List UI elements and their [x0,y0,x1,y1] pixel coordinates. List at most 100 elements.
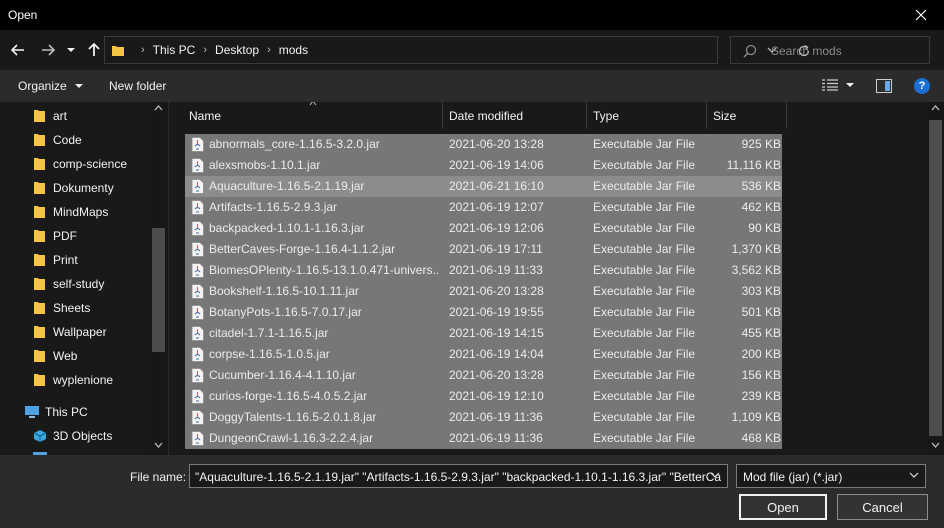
nav-folder-label: self-study [53,277,105,291]
file-name: Bookshelf-1.16.5-10.1.11.jar [209,284,359,298]
nav-folder-label: Web [53,349,78,363]
nav-folder-pdf[interactable]: PDF [0,224,150,248]
scroll-up-icon[interactable] [154,105,163,111]
file-type: Executable Jar File [593,347,696,361]
file-row[interactable]: corpse-1.16.5-1.0.5.jar 2021-06-19 14:04 E… [185,344,782,365]
folder-icon [34,278,45,290]
nav-folder-art[interactable]: art [0,104,150,128]
scroll-down-icon[interactable] [931,442,940,448]
file-row[interactable]: backpacked-1.10.1-1.16.3.jar 2021-06-19 1… [185,218,782,239]
chevron-right-icon: › [267,44,271,56]
file-type: Executable Jar File [593,137,696,151]
cube-icon [33,430,47,442]
organize-label: Organize [18,79,67,93]
open-button[interactable]: Open [739,494,827,520]
file-date: 2021-06-19 11:36 [449,410,543,424]
breadcrumb-desktop[interactable]: Desktop [215,43,259,57]
jar-file-icon [191,410,204,425]
nav-folder-mindmaps[interactable]: MindMaps [0,200,150,224]
help-icon[interactable]: ? [914,78,930,94]
chevron-down-icon [67,48,75,52]
close-button[interactable] [898,0,944,30]
folder-icon [34,182,45,194]
nav-folder-code[interactable]: Code [0,128,150,152]
nav-folder-self-study[interactable]: self-study [0,272,150,296]
file-name: BiomesOPlenty-1.16.5-13.1.0.471-univers.… [209,263,439,277]
nav-folder-label: Wallpaper [53,325,107,339]
column-header-row: Name Date modified Type Size [169,102,927,129]
file-size: 11,116 KB [726,158,781,172]
file-name-label: File name: [130,470,187,484]
nav-3d-objects-label: 3D Objects [53,429,113,443]
nav-this-pc[interactable]: This PC [0,400,150,424]
file-row[interactable]: BiomesOPlenty-1.16.5-13.1.0.471-univers.… [185,260,782,281]
jar-file-icon [191,263,204,278]
file-list-scrollbar[interactable] [927,102,944,455]
file-row[interactable]: Aquaculture-1.16.5-2.1.19.jar 2021-06-21 … [185,176,782,197]
file-name: BotanyPots-1.16.5-7.0.17.jar [209,305,362,319]
column-header-type[interactable]: Type [587,102,707,129]
folder-icon [34,254,45,266]
nav-folder-label: PDF [53,229,77,243]
folder-icon [34,134,45,146]
breadcrumb-mods[interactable]: mods [279,43,308,57]
forward-button[interactable] [38,40,58,60]
jar-file-icon [191,326,204,341]
file-row[interactable]: DoggyTalents-1.16.5-2.0.1.8.jar 2021-06-1… [185,407,782,428]
nav-folder-print[interactable]: Print [0,248,150,272]
file-name: citadel-1.7.1-1.16.5.jar [209,326,329,340]
file-row[interactable]: BetterCaves-Forge-1.16.4-1.1.2.jar 2021-0… [185,239,782,260]
file-list-scroll-thumb[interactable] [929,120,942,436]
file-row[interactable]: alexsmobs-1.10.1.jar 2021-06-19 14:06 Exec… [185,155,782,176]
change-view-button[interactable] [822,79,854,91]
file-row[interactable]: DungeonCrawl-1.16.3-2.2.4.jar 2021-06-19 … [185,428,782,449]
nav-folder-wyplenione[interactable]: wyplenione [0,368,150,392]
column-header-name[interactable]: Name [183,102,443,129]
jar-file-icon [191,368,204,383]
nav-folder-wallpaper[interactable]: Wallpaper [0,320,150,344]
nav-folder-dokumenty[interactable]: Dokumenty [0,176,150,200]
nav-folder-web[interactable]: Web [0,344,150,368]
close-icon [915,9,927,21]
file-name: DungeonCrawl-1.16.3-2.2.4.jar [209,431,374,445]
new-folder-button[interactable]: New folder [109,79,166,93]
chevron-right-icon: › [203,44,208,56]
file-row[interactable]: BotanyPots-1.16.5-7.0.17.jar 2021-06-19 1… [185,302,782,323]
address-bar[interactable]: › This PC › Desktop › mods [104,36,810,64]
file-name-input[interactable]: "Aquaculture-1.16.5-2.1.19.jar" "Artifac… [189,464,728,488]
nav-folder-label: MindMaps [53,205,109,219]
column-header-date[interactable]: Date modified [443,102,587,129]
up-button[interactable] [84,40,104,60]
file-row[interactable]: abnormals_core-1.16.5-3.2.0.jar 2021-06-2… [185,134,782,155]
cancel-button[interactable]: Cancel [837,494,928,520]
file-name: Aquaculture-1.16.5-2.1.19.jar [209,179,365,193]
file-type-filter[interactable]: Mod file (jar) (*.jar) [736,464,926,488]
file-date: 2021-06-19 12:07 [449,200,544,214]
scroll-down-icon[interactable] [154,442,163,448]
file-row[interactable]: citadel-1.7.1-1.16.5.jar 2021-06-19 14:15… [185,323,782,344]
back-button[interactable] [8,40,28,60]
nav-scrollbar[interactable] [150,102,167,455]
nav-scroll-thumb[interactable] [152,228,165,352]
scroll-up-icon[interactable] [931,105,940,111]
bottom-panel: File name: "Aquaculture-1.16.5-2.1.19.ja… [0,455,944,528]
preview-pane-icon[interactable] [876,79,892,93]
search-box[interactable]: Search mods [730,36,930,64]
file-row[interactable]: Artifacts-1.16.5-2.9.3.jar 2021-06-19 12:… [185,197,782,218]
column-header-size[interactable]: Size [707,102,787,129]
nav-folder-sheets[interactable]: Sheets [0,296,150,320]
nav-folder-comp-science[interactable]: comp-science [0,152,150,176]
nav-3d-objects[interactable]: 3D Objects [0,424,150,448]
breadcrumb-this-pc[interactable]: This PC [153,43,196,57]
recent-locations-button[interactable] [63,40,79,60]
organize-button[interactable]: Organize [18,79,83,93]
chevron-down-icon[interactable] [710,472,720,479]
file-name: Cucumber-1.16.4-4.1.10.jar [209,368,356,382]
jar-file-icon [191,221,204,236]
file-name: curios-forge-1.16.5-4.0.5.2.jar [209,389,368,403]
chevron-down-icon [74,83,83,88]
file-row[interactable]: Bookshelf-1.16.5-10.1.11.jar 2021-06-20 1… [185,281,782,302]
file-row[interactable]: Cucumber-1.16.4-4.1.10.jar 2021-06-20 13:… [185,365,782,386]
file-row[interactable]: curios-forge-1.16.5-4.0.5.2.jar 2021-06-1… [185,386,782,407]
file-type: Executable Jar File [593,389,696,403]
